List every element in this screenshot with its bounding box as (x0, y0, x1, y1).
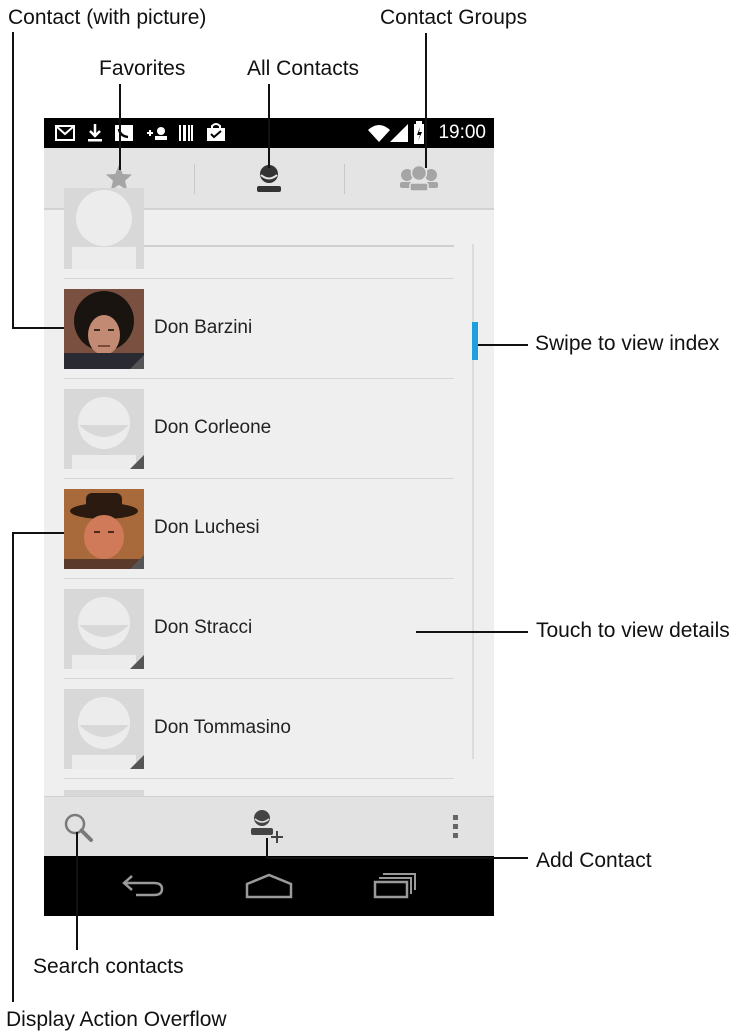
leader-line-add-contact (266, 838, 268, 858)
fast-scroll-thumb[interactable] (472, 322, 478, 360)
leader-line-favorites (119, 84, 121, 170)
leader-line-overflow (12, 532, 14, 1002)
leader-line-search (76, 832, 78, 950)
leader-line-touch-details (416, 631, 528, 633)
contact-name: Don Corleone (154, 417, 272, 438)
shopping-bag-icon (207, 123, 225, 141)
status-clock: 19:00 (438, 122, 486, 143)
navigation-bar (44, 856, 494, 916)
leader-line-contact-groups (425, 33, 427, 168)
quick-contact-badge (130, 755, 144, 769)
label-search-contacts: Search contacts (33, 955, 184, 978)
contact-row[interactable]: Don Barzini (64, 279, 454, 379)
contact-row[interactable]: Don Stracci (64, 579, 454, 679)
contact-placeholder-avatar-partial (64, 247, 144, 269)
action-bar (44, 796, 494, 857)
search-button[interactable] (62, 811, 96, 845)
contact-row[interactable]: Don Luchesi (64, 479, 454, 579)
contact-name: Don Luchesi (154, 517, 260, 538)
add-contact-button[interactable] (248, 807, 288, 847)
battery-icon (414, 121, 424, 144)
contact-photo (64, 289, 144, 369)
back-icon (122, 875, 164, 897)
contact-placeholder-avatar (64, 389, 144, 469)
barcode-icon (179, 125, 193, 141)
contact-row[interactable]: Don Tommasino (64, 679, 454, 779)
leader-line-contact-picture (12, 32, 14, 329)
contact-placeholder-avatar (64, 689, 144, 769)
recent-apps-button[interactable] (371, 870, 419, 900)
phone-screen: 19:00 Don Barzini Don Corleone Don Luche… (44, 118, 494, 916)
label-add-contact: Add Contact (536, 849, 652, 872)
recent-apps-icon (373, 873, 416, 899)
add-contact-notification-icon (147, 127, 167, 140)
contact-photo (64, 489, 144, 569)
signal-icon (390, 124, 408, 142)
download-icon (88, 124, 102, 142)
leader-line-add-contact (266, 857, 528, 859)
label-contact-groups: Contact Groups (380, 6, 528, 29)
gmail-icon (55, 125, 75, 141)
row-divider (64, 778, 454, 779)
leader-line-all-contacts (268, 84, 270, 168)
label-swipe-to-view-index: Swipe to view index (535, 332, 720, 355)
contact-name: Don Barzini (154, 317, 253, 338)
quick-contact-badge (130, 555, 144, 569)
leader-line-contact-picture (12, 327, 64, 329)
label-touch-to-view-details: Touch to view details (536, 619, 730, 642)
label-display-action-overflow: Display Action Overflow (6, 1008, 227, 1031)
contact-placeholder-avatar (64, 589, 144, 669)
quick-contact-badge (130, 455, 144, 469)
quick-contact-badge (130, 355, 144, 369)
leader-line-overflow (12, 532, 64, 534)
search-icon (64, 813, 93, 842)
back-button[interactable] (120, 870, 166, 902)
quick-contact-badge (130, 655, 144, 669)
leader-line-swipe-index (478, 344, 528, 346)
add-contact-icon (251, 810, 283, 843)
contact-name: Don Tommasino (154, 717, 291, 738)
label-contact-with-picture: Contact (with picture) (8, 6, 207, 29)
overflow-menu-icon (453, 815, 458, 838)
voicemail-icon (115, 125, 133, 141)
label-favorites: Favorites (99, 57, 186, 80)
home-button[interactable] (244, 872, 294, 900)
home-icon (245, 873, 293, 899)
contact-row[interactable]: Don Corleone (64, 379, 454, 479)
contact-name: Don Stracci (154, 617, 253, 638)
wifi-icon (368, 125, 390, 142)
overflow-menu-button[interactable] (446, 809, 466, 845)
label-all-contacts: All Contacts (247, 57, 360, 80)
